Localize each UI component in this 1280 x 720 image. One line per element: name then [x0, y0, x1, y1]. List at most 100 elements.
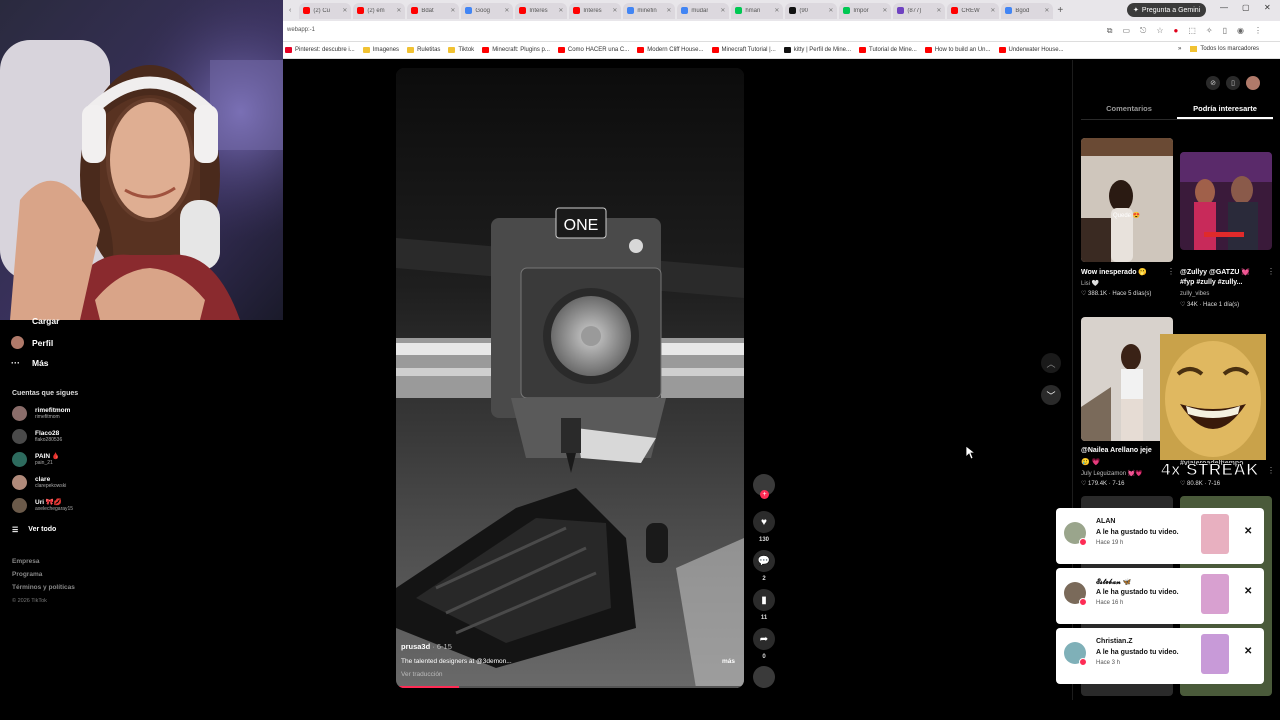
recommended-video-card[interactable]: Quede 😍 Wow inesperado 🫢 Lisi 🤍 ♡ 388.1K…: [1081, 138, 1173, 308]
tab-close-icon[interactable]: ✕: [774, 7, 779, 14]
bookmark-item[interactable]: How to build an Un...: [924, 47, 991, 53]
browser-tab[interactable]: Impor ✕: [839, 2, 892, 19]
video-more-button[interactable]: más: [722, 658, 735, 665]
sidepanel-icon[interactable]: ▯: [1223, 26, 1227, 36]
footer-terms-link[interactable]: Términos y políticas: [12, 584, 75, 591]
bookmark-item[interactable]: Underwater House...: [998, 47, 1064, 53]
bookmark-star-icon[interactable]: ☆: [1156, 26, 1163, 36]
card-author[interactable]: zully_vibes: [1180, 291, 1209, 297]
card-more-icon[interactable]: ⋮: [1267, 267, 1275, 276]
tab-close-icon[interactable]: ✕: [396, 7, 401, 14]
menu-kebab-icon[interactable]: ⋮: [1254, 26, 1262, 36]
compass-icon[interactable]: ⊘: [1206, 76, 1220, 90]
all-bookmarks-link[interactable]: Todos los marcadores: [1200, 46, 1259, 52]
tab-comments[interactable]: Comentarios: [1081, 98, 1177, 119]
footer-program-link[interactable]: Programa: [12, 571, 42, 578]
tab-close-icon[interactable]: ✕: [828, 7, 833, 14]
footer-company-link[interactable]: Empresa: [12, 558, 39, 565]
video-progress-bar[interactable]: [396, 686, 744, 688]
close-icon[interactable]: ✕: [1244, 646, 1252, 657]
tab-close-icon[interactable]: ✕: [1044, 7, 1049, 14]
new-tab-button[interactable]: +: [1057, 5, 1063, 16]
maximize-icon[interactable]: ▢: [1242, 3, 1250, 12]
tab-close-icon[interactable]: ✕: [342, 7, 347, 14]
bookmark-item[interactable]: Tiktok: [448, 47, 474, 53]
bookmark-item[interactable]: Minecraft Tutorial |...: [711, 47, 776, 53]
card-more-icon[interactable]: ⋮: [1267, 466, 1275, 475]
phone-icon[interactable]: ▯: [1226, 76, 1240, 90]
card-more-icon[interactable]: ⋮: [1167, 267, 1175, 276]
notification-thumbnail[interactable]: [1201, 634, 1229, 674]
browser-tab[interactable]: (877) ✕: [893, 2, 946, 19]
tab-recommended[interactable]: Podría interesarte: [1177, 98, 1273, 119]
browser-tab[interactable]: (2) em ✕: [353, 2, 406, 19]
browser-tab[interactable]: Bdat ✕: [407, 2, 460, 19]
bookmark-item[interactable]: Ruletitas: [407, 47, 440, 53]
tab-close-icon[interactable]: ✕: [558, 7, 563, 14]
save-button[interactable]: ▮: [753, 589, 775, 611]
nav-profile[interactable]: Perfil: [11, 336, 53, 349]
tab-close-icon[interactable]: ✕: [504, 7, 509, 14]
video-player[interactable]: ONE prusa3d · 6-15 The talented designer…: [396, 68, 744, 688]
install-icon[interactable]: ▭: [1122, 26, 1130, 36]
gemini-button[interactable]: ✦ Pregunta a Gemini: [1127, 3, 1207, 17]
browser-tab[interactable]: (2) Cu ✕: [299, 2, 352, 19]
bookmark-item[interactable]: kitty | Perfil de Mine...: [783, 47, 851, 53]
nav-upload[interactable]: Cargar: [11, 314, 59, 327]
music-disc-icon[interactable]: [753, 666, 775, 688]
like-notification[interactable]: 𝓔𝓼𝓽𝓮𝓫𝓪𝓷 🦋 A le ha gustado tu video. Hace 1…: [1056, 568, 1264, 624]
profile-avatar-icon[interactable]: ◉: [1237, 26, 1244, 36]
following-account[interactable]: Uri 🎀💋 axelechegaray15: [12, 498, 73, 513]
browser-tab[interactable]: Goog ✕: [461, 2, 514, 19]
tab-close-icon[interactable]: ✕: [990, 7, 995, 14]
prev-video-button[interactable]: ︿: [1041, 353, 1061, 373]
card-author[interactable]: July Leguizamon 💓💗: [1081, 470, 1143, 477]
browser-tab[interactable]: Interes ✕: [569, 2, 622, 19]
creator-avatar[interactable]: +: [753, 474, 775, 499]
notification-thumbnail[interactable]: [1201, 574, 1229, 614]
tab-close-icon[interactable]: ✕: [936, 7, 941, 14]
share-button[interactable]: ➦: [753, 628, 775, 650]
browser-tab[interactable]: mudar ✕: [677, 2, 730, 19]
extension-icon[interactable]: ⬚: [1188, 26, 1196, 36]
video-username[interactable]: prusa3d · 6-15: [401, 642, 452, 651]
browser-tab[interactable]: minefin ✕: [623, 2, 676, 19]
bookmarks-overflow-button[interactable]: »: [1178, 46, 1181, 52]
close-icon[interactable]: ✕: [1244, 526, 1252, 537]
comment-button[interactable]: 💬: [753, 550, 775, 572]
tab-close-icon[interactable]: ✕: [882, 7, 887, 14]
nav-more[interactable]: ··· Más: [11, 358, 49, 368]
following-account[interactable]: clare clarepekowski: [12, 475, 66, 490]
like-notification[interactable]: Christian.Z A le ha gustado tu video. Hace…: [1056, 628, 1264, 684]
like-notification[interactable]: ALAN A le ha gustado tu video. Hace 19 h ✕: [1056, 508, 1264, 564]
following-account[interactable]: rimefitmom rimefitmom: [12, 406, 70, 421]
next-video-button[interactable]: ﹀: [1041, 385, 1061, 405]
tab-close-icon[interactable]: ✕: [666, 7, 671, 14]
bookmark-item[interactable]: Tutorial de Mine...: [859, 47, 917, 53]
bookmark-item[interactable]: Pinterest: descubre i...: [285, 47, 355, 53]
following-account[interactable]: Flaco28 flako280536: [12, 429, 62, 444]
minimize-icon[interactable]: —: [1220, 3, 1228, 12]
notification-thumbnail[interactable]: [1201, 514, 1229, 554]
share-icon[interactable]: ⎋: [1140, 26, 1146, 36]
browser-tab[interactable]: Bgod ✕: [1001, 2, 1054, 19]
close-window-icon[interactable]: ✕: [1264, 3, 1271, 12]
browser-tab[interactable]: Interes ✕: [515, 2, 568, 19]
translate-icon[interactable]: ⧉: [1107, 26, 1113, 36]
translate-link[interactable]: Ver traducción: [401, 671, 443, 678]
address-bar[interactable]: webapp:-1 ⧉ ▭ ⎋ ☆ ● ⬚ ✧ ▯ ◉ ⋮: [283, 21, 1280, 42]
browser-tab[interactable]: (90 ✕: [785, 2, 838, 19]
tab-close-icon[interactable]: ✕: [450, 7, 455, 14]
like-button[interactable]: ♥: [753, 511, 775, 533]
tab-close-icon[interactable]: ✕: [612, 7, 617, 14]
puzzle-icon[interactable]: ✧: [1206, 26, 1213, 36]
bookmark-item[interactable]: Como HACER una C...: [557, 47, 629, 53]
browser-tab[interactable]: hman ✕: [731, 2, 784, 19]
card-author[interactable]: Lisi 🤍: [1081, 280, 1099, 287]
recommended-video-card[interactable]: @Zullyy @GATZU 💓 #fyp #zully #zully... z…: [1180, 152, 1272, 312]
bookmark-item[interactable]: Modern Cliff House...: [637, 47, 704, 53]
following-account[interactable]: PAIN 🩸 pain_21: [12, 452, 60, 467]
tab-close-icon[interactable]: ✕: [720, 7, 725, 14]
browser-tab[interactable]: CREW ✕: [947, 2, 1000, 19]
opera-icon[interactable]: ●: [1174, 26, 1179, 36]
